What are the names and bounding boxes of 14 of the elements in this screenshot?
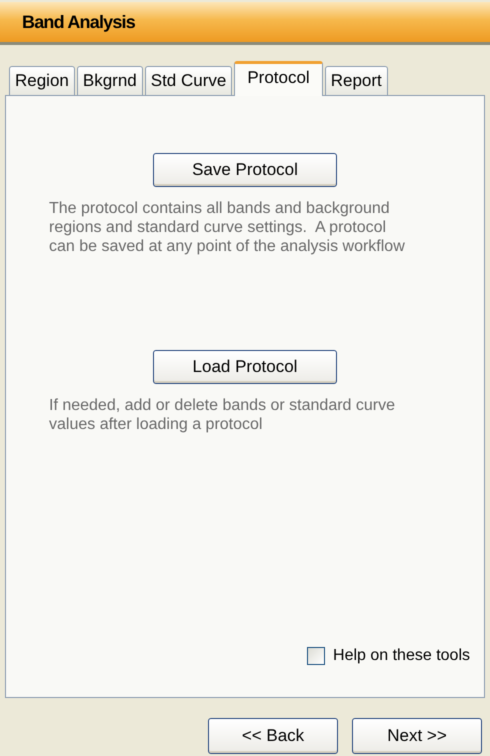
checkbox[interactable] xyxy=(307,647,326,665)
next-button[interactable]: Next >> xyxy=(352,718,482,754)
tab[interactable]: Report xyxy=(324,66,388,95)
checkbox-label[interactable]: Help on these tools xyxy=(333,647,470,665)
tab[interactable]: Protocol xyxy=(234,61,323,96)
window-title: Band Analysis xyxy=(22,12,135,32)
description-text: If needed, add or delete bands or standard curve values after loading a protocol xyxy=(49,396,396,434)
tab[interactable]: Bkgrnd xyxy=(76,66,143,95)
save-button[interactable]: Save Protocol xyxy=(153,153,337,187)
description-text: The protocol contains all bands and background regions and standard curve settings. A protocol can be saved at any point of the analysis workflow xyxy=(49,199,406,256)
back-button[interactable]: << Back xyxy=(208,718,338,754)
tab[interactable]: Region xyxy=(9,66,75,95)
tab[interactable]: Std Curve xyxy=(144,66,232,95)
load-button[interactable]: Load Protocol xyxy=(153,350,337,384)
